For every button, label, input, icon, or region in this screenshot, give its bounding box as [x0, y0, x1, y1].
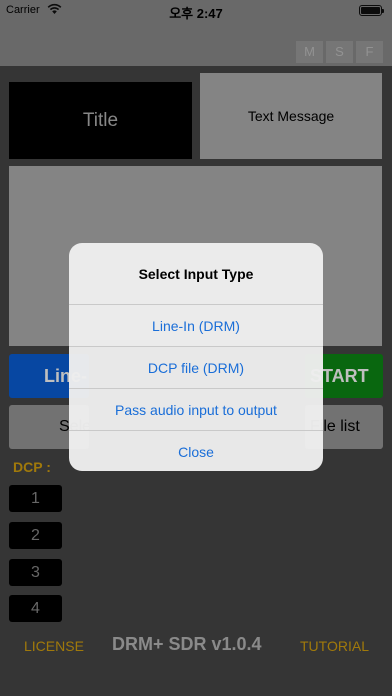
alert-title: Select Input Type — [138, 265, 254, 282]
dcp-file-drm-option[interactable]: DCP file (DRM) — [69, 346, 323, 388]
pass-audio-option[interactable]: Pass audio input to output — [69, 388, 323, 430]
close-option[interactable]: Close — [69, 430, 323, 471]
line-in-drm-option[interactable]: Line-In (DRM) — [69, 304, 323, 346]
select-input-alert: Select Input Type Line-In (DRM) DCP file… — [69, 243, 323, 471]
